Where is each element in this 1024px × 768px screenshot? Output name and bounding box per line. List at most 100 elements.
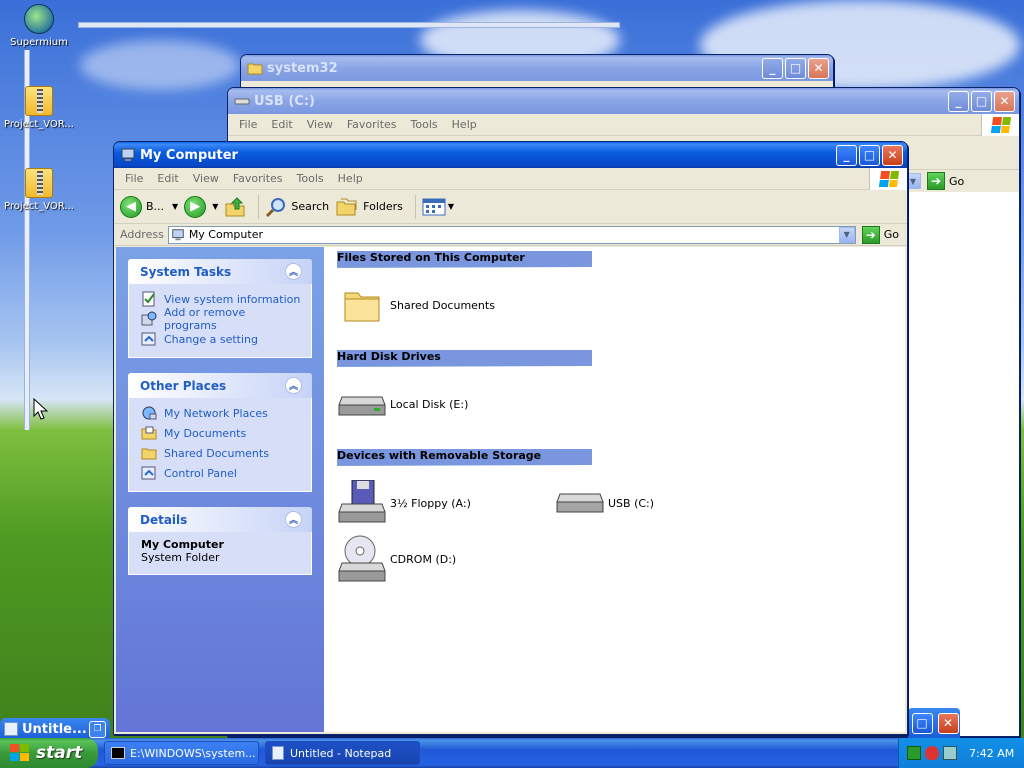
group-header-hdd: Hard Disk Drives [337, 350, 592, 367]
go-button[interactable]: ➔ Go [927, 172, 964, 190]
other-places-header[interactable]: Other Places ︽ [128, 373, 312, 398]
forward-button[interactable]: ▶ ▼ [184, 195, 218, 218]
minimize-button[interactable]: _ [948, 90, 969, 112]
menu-tools[interactable]: Tools [290, 172, 331, 185]
desktop-icon-label: Supermium [10, 37, 68, 48]
details-header[interactable]: Details ︽ [128, 507, 312, 532]
address-input[interactable]: My Computer ▼ [167, 225, 856, 244]
add-remove-programs-link[interactable]: Add or remove programs [141, 306, 301, 332]
desktop-icon-supermium[interactable]: Supermium [0, 4, 78, 48]
menu-edit[interactable]: Edit [150, 172, 185, 185]
taskbar-button-notepad[interactable]: Untitled - Notepad [265, 741, 420, 765]
folders-button[interactable]: Folders [335, 196, 403, 218]
title-bar[interactable]: USB (C:) _ □ ✕ [228, 88, 1019, 114]
close-button[interactable]: ✕ [994, 90, 1015, 112]
menu-bar: File Edit View Favorites Tools Help [228, 113, 1019, 136]
control-panel-link[interactable]: Control Panel [141, 463, 301, 483]
task-link-label: Change a setting [164, 332, 258, 346]
title-bar[interactable]: My Computer _ □ ✕ [114, 142, 907, 168]
close-button[interactable]: ✕ [882, 144, 903, 166]
usb-drive-item[interactable]: USB (C:) [556, 479, 654, 527]
menu-file[interactable]: File [118, 172, 150, 185]
go-arrow-icon: ➔ [927, 172, 945, 190]
go-arrow-icon: ➔ [861, 225, 880, 244]
menu-favorites[interactable]: Favorites [340, 118, 404, 131]
title-bar[interactable]: system32 _ □ ✕ [241, 55, 833, 81]
maximize-button[interactable]: □ [859, 144, 880, 166]
maximize-button[interactable]: □ [911, 712, 933, 734]
chevron-down-icon[interactable]: ▼ [448, 202, 454, 211]
views-button[interactable]: ▼ [422, 197, 454, 217]
back-button[interactable]: ◀ B... ▼ [120, 195, 178, 218]
floppy-drive-item[interactable]: 3½ Floppy (A:) [338, 479, 471, 527]
collapse-chevron-icon[interactable]: ︽ [285, 263, 302, 280]
maximize-button[interactable]: □ [785, 57, 806, 79]
my-network-places-link[interactable]: My Network Places [141, 403, 301, 423]
collapse-chevron-icon[interactable]: ︽ [285, 377, 302, 394]
menu-help[interactable]: Help [331, 172, 370, 185]
up-folder-button[interactable] [224, 196, 246, 218]
minimize-button[interactable]: _ [762, 57, 783, 79]
window-title: system32 [267, 60, 338, 76]
desktop-icon-project-2[interactable]: Project_VOR... [0, 168, 78, 212]
task-link-label: My Network Places [164, 406, 268, 420]
collapse-chevron-icon[interactable]: ︽ [285, 511, 302, 528]
mouse-cursor-icon [33, 398, 49, 420]
search-label: Search [291, 200, 330, 213]
clock[interactable]: 7:42 AM [969, 747, 1014, 760]
toolbar-separator [258, 194, 260, 219]
folder-icon [247, 63, 263, 75]
menu-tools[interactable]: Tools [404, 118, 445, 131]
menu-view[interactable]: View [300, 118, 340, 131]
search-button[interactable]: Search [265, 196, 329, 218]
tray-app-icon[interactable] [907, 746, 921, 760]
local-disk-item[interactable]: Local Disk (E:) [338, 380, 468, 428]
folder-icon [338, 281, 386, 329]
back-arrow-icon: ◀ [120, 195, 142, 218]
desktop-icon-project-1[interactable]: Project_VOR... [0, 86, 78, 130]
restore-button[interactable]: ❐ [89, 720, 106, 738]
folders-icon [336, 198, 357, 215]
control-panel-icon [141, 466, 156, 480]
address-dropdown[interactable]: ▼ [838, 226, 855, 243]
details-title: Details [140, 512, 188, 527]
usb-drive-icon [234, 98, 250, 105]
security-shield-icon[interactable] [925, 746, 939, 760]
cdrom-drive-item[interactable]: CDROM (D:) [338, 535, 456, 583]
maximize-button[interactable]: □ [971, 90, 992, 112]
details-name: My Computer [141, 538, 224, 551]
my-computer-icon [121, 148, 135, 161]
item-label: 3½ Floppy (A:) [390, 496, 471, 510]
menu-help[interactable]: Help [445, 118, 484, 131]
network-places-icon [142, 406, 157, 420]
shared-documents-item[interactable]: Shared Documents [338, 281, 495, 329]
start-button[interactable]: start [0, 738, 98, 768]
network-icon[interactable] [943, 746, 957, 760]
menu-favorites[interactable]: Favorites [226, 172, 290, 185]
notepad-icon [4, 722, 18, 736]
task-link-label: My Documents [164, 426, 247, 440]
forward-arrow-icon: ▶ [184, 195, 207, 218]
menu-edit[interactable]: Edit [264, 118, 299, 131]
toolbar-separator [414, 194, 416, 219]
close-button[interactable]: ✕ [937, 712, 959, 734]
taskbar-button-cmd[interactable]: E:\WINDOWS\system... [104, 741, 259, 765]
menu-file[interactable]: File [232, 118, 264, 131]
chevron-down-icon[interactable]: ▼ [212, 202, 218, 211]
minimized-window[interactable]: Untitle... ❐ [0, 718, 110, 740]
background-window-strip [78, 22, 620, 28]
command-prompt-icon [111, 747, 125, 759]
my-documents-link[interactable]: My Documents [141, 423, 301, 443]
chevron-down-icon[interactable]: ▼ [172, 202, 178, 211]
system-tasks-header[interactable]: System Tasks ︽ [128, 259, 312, 284]
minimize-button[interactable]: _ [836, 144, 857, 166]
shared-documents-link[interactable]: Shared Documents [141, 443, 301, 463]
change-setting-link[interactable]: Change a setting [141, 329, 301, 349]
go-button[interactable]: ➔ Go [861, 225, 899, 244]
menu-view[interactable]: View [186, 172, 226, 185]
other-places-panel: Other Places ︽ My Network Places My Docu… [128, 373, 312, 492]
desktop-icon-label: Project_VOR... [4, 201, 74, 212]
item-label: Local Disk (E:) [390, 397, 469, 411]
window-title: My Computer [140, 147, 238, 163]
close-button[interactable]: ✕ [808, 57, 829, 79]
